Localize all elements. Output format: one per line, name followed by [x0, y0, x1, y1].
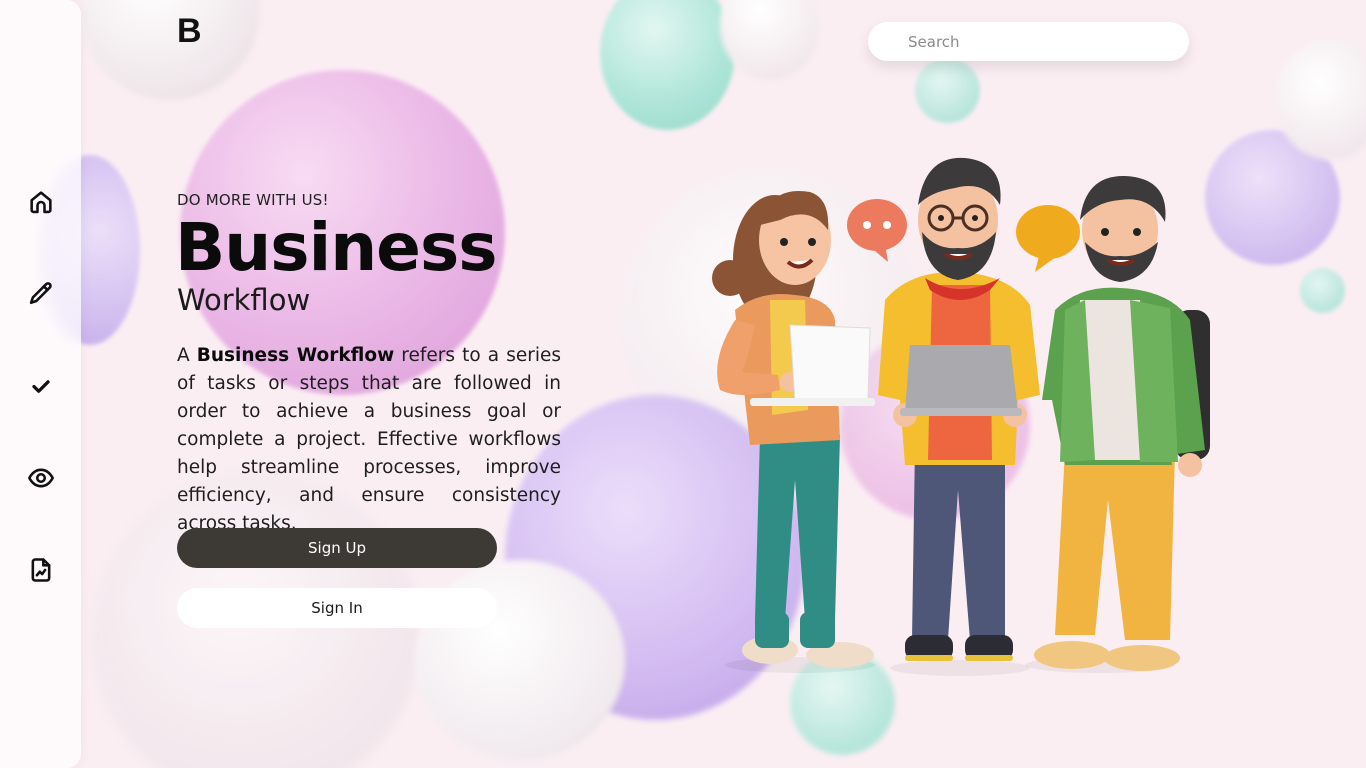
sign-in-button[interactable]: Sign In [177, 588, 497, 628]
home-icon [30, 191, 52, 214]
background-bubble [915, 58, 980, 123]
landing-page: B DO MORE WITH US! Business Workflow A B… [0, 0, 1366, 768]
sidebar-item-home[interactable] [22, 183, 60, 221]
sign-up-button[interactable]: Sign Up [177, 528, 497, 568]
background-bubble [80, 0, 260, 100]
page-title: Business [175, 209, 498, 286]
chat-bubble-icon [1016, 205, 1080, 272]
brand-logo[interactable]: B [177, 12, 202, 51]
pencil-icon [29, 282, 52, 305]
background-bubble [1300, 268, 1345, 313]
sidebar-item-edit[interactable] [22, 275, 60, 313]
search-input[interactable] [868, 22, 1189, 61]
hero-eyebrow: DO MORE WITH US! [177, 191, 329, 209]
woman-character [712, 190, 875, 668]
desc-highlight: Business Workflow [196, 345, 395, 366]
team-illustration [712, 157, 1210, 676]
sidebar [0, 0, 81, 768]
eye-icon [28, 468, 54, 488]
hero-description: A Business Workflow refers to a series o… [177, 342, 561, 538]
desc-prefix: A [177, 345, 197, 366]
check-icon [32, 380, 50, 393]
chat-bubble-icon [847, 199, 907, 262]
sidebar-item-reports[interactable] [22, 551, 60, 589]
page-subtitle: Workflow [177, 283, 311, 317]
sidebar-item-tasks[interactable] [22, 367, 60, 405]
desc-body: refers to a series of tasks or steps tha… [177, 345, 561, 534]
chart-file-icon [31, 558, 51, 582]
background-bubble [720, 0, 820, 80]
background-bubble [600, 0, 735, 130]
sidebar-item-view[interactable] [22, 459, 60, 497]
